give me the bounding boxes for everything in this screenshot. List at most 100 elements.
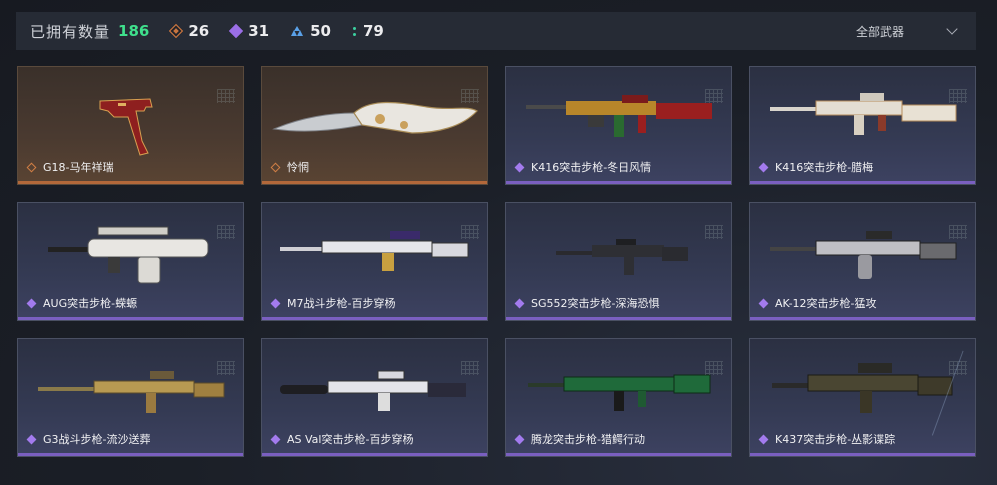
weapon-card[interactable]: AK-12突击步枪-猛攻 bbox=[749, 202, 976, 321]
rarity-bar bbox=[750, 181, 975, 184]
weapon-name-label: AUG突击步枪-蝾螈 bbox=[26, 295, 137, 311]
rarity-bar bbox=[262, 453, 487, 456]
rarity-bar bbox=[750, 453, 975, 456]
weapon-name: 怜惘 bbox=[287, 161, 309, 174]
weapon-name-label: SG552突击步枪-深海恐惧 bbox=[514, 295, 659, 311]
stat-orange-count: 26 bbox=[188, 22, 210, 40]
weapon-name: M7战斗步枪-百步穿杨 bbox=[287, 297, 396, 310]
rarity-bar bbox=[18, 453, 243, 456]
weapon-name-label: 怜惘 bbox=[270, 159, 309, 175]
card-grid-decoration bbox=[705, 89, 723, 103]
weapon-name: 腾龙突击步枪-猎鳄行动 bbox=[531, 433, 645, 446]
orange-rarity-icon bbox=[270, 162, 281, 172]
card-grid-decoration bbox=[461, 225, 479, 239]
card-grid-decoration bbox=[705, 361, 723, 375]
stat-blue-count: 50 bbox=[310, 22, 331, 40]
purple-rarity-icon bbox=[758, 162, 769, 172]
weapon-filter-label: 全部武器 bbox=[856, 24, 905, 39]
weapon-image bbox=[99, 98, 153, 156]
weapon-card[interactable]: 怜惘 bbox=[261, 66, 488, 185]
weapon-name-label: G18-马年祥瑞 bbox=[26, 159, 114, 175]
owned-count-title: 已拥有数量 bbox=[30, 22, 111, 41]
weapon-image bbox=[770, 231, 957, 279]
weapon-image bbox=[280, 231, 469, 271]
purple-rarity-icon bbox=[758, 434, 769, 444]
stat-purple-count: 31 bbox=[248, 22, 270, 40]
weapon-card[interactable]: G3战斗步枪-流沙送葬 bbox=[17, 338, 244, 457]
purple-rarity-icon bbox=[514, 298, 525, 308]
card-grid-decoration bbox=[705, 225, 723, 239]
collection-header-bar: 已拥有数量 186 26 31 50 79 全部武器 bbox=[16, 12, 976, 50]
purple-diamond-icon bbox=[229, 23, 244, 39]
owned-total-count: 186 bbox=[118, 22, 150, 40]
purple-rarity-icon bbox=[758, 298, 769, 308]
stat-purple: 31 bbox=[229, 22, 270, 40]
stat-green-count: 79 bbox=[362, 22, 384, 40]
weapon-name: K416突击步枪-腊梅 bbox=[775, 161, 874, 174]
orange-rarity-icon bbox=[26, 162, 37, 172]
weapon-image bbox=[528, 374, 711, 411]
rarity-bar bbox=[506, 317, 731, 320]
weapon-name-label: 腾龙突击步枪-猎鳄行动 bbox=[514, 431, 645, 447]
weapon-name-label: M7战斗步枪-百步穿杨 bbox=[270, 295, 395, 311]
card-grid-decoration bbox=[949, 89, 967, 103]
weapon-card[interactable]: G18-马年祥瑞 bbox=[17, 66, 244, 185]
weapon-name-label: K416突击步枪-冬日风情 bbox=[514, 159, 651, 175]
card-grid-decoration bbox=[461, 89, 479, 103]
chevron-down-icon bbox=[946, 23, 958, 35]
weapon-card[interactable]: K416突击步枪-腊梅 bbox=[749, 66, 976, 185]
green-dots-icon bbox=[352, 26, 356, 36]
weapon-card[interactable]: SG552突击步枪-深海恐惧 bbox=[505, 202, 732, 321]
weapon-name: AS Val突击步枪-百步穿杨 bbox=[287, 433, 414, 446]
purple-rarity-icon bbox=[514, 434, 525, 444]
card-grid-decoration bbox=[217, 361, 235, 375]
weapon-name-label: G3战斗步枪-流沙送葬 bbox=[26, 431, 151, 447]
purple-rarity-icon bbox=[270, 434, 281, 444]
weapon-name-label: K437突击步枪-丛影谍踪 bbox=[758, 431, 895, 447]
weapon-card[interactable]: M7战斗步枪-百步穿杨 bbox=[261, 202, 488, 321]
rarity-bar bbox=[506, 453, 731, 456]
purple-rarity-icon bbox=[514, 162, 525, 172]
weapon-name-label: AK-12突击步枪-猛攻 bbox=[758, 295, 877, 311]
purple-rarity-icon bbox=[26, 298, 37, 308]
card-grid-decoration bbox=[949, 225, 967, 239]
card-grid-decoration bbox=[461, 361, 479, 375]
weapon-card[interactable]: K416突击步枪-冬日风情 bbox=[505, 66, 732, 185]
rarity-bar bbox=[750, 317, 975, 320]
stat-orange: 26 bbox=[169, 22, 210, 40]
weapon-name: G3战斗步枪-流沙送葬 bbox=[43, 433, 151, 446]
weapon-name: AUG突击步枪-蝾螈 bbox=[43, 297, 138, 310]
purple-rarity-icon bbox=[270, 298, 281, 308]
stat-green: 79 bbox=[352, 22, 384, 40]
weapon-name: G18-马年祥瑞 bbox=[43, 161, 114, 174]
weapon-name-label: K416突击步枪-腊梅 bbox=[758, 159, 873, 175]
rarity-bar bbox=[262, 181, 487, 184]
purple-rarity-icon bbox=[26, 434, 37, 444]
weapon-image bbox=[770, 93, 957, 135]
weapon-image bbox=[280, 370, 466, 411]
weapon-image bbox=[272, 101, 478, 134]
weapon-image bbox=[526, 95, 712, 137]
card-grid-decoration bbox=[217, 89, 235, 103]
weapon-image bbox=[556, 239, 688, 275]
orange-diamond-icon bbox=[169, 23, 184, 39]
rarity-bar bbox=[18, 181, 243, 184]
weapon-image bbox=[48, 226, 209, 284]
weapon-card[interactable]: AUG突击步枪-蝾螈 bbox=[17, 202, 244, 321]
weapon-filter-dropdown[interactable]: 全部武器 bbox=[856, 12, 968, 50]
weapon-name: SG552突击步枪-深海恐惧 bbox=[531, 297, 660, 310]
weapon-image bbox=[38, 371, 225, 413]
weapon-card[interactable]: 腾龙突击步枪-猎鳄行动 bbox=[505, 338, 732, 457]
weapon-name: K416突击步枪-冬日风情 bbox=[531, 161, 652, 174]
blue-triangles-icon bbox=[291, 26, 304, 36]
weapon-name: AK-12突击步枪-猛攻 bbox=[775, 297, 877, 310]
weapon-name: K437突击步枪-丛影谍踪 bbox=[775, 433, 896, 446]
stat-blue: 50 bbox=[291, 22, 331, 40]
rarity-bar bbox=[18, 317, 243, 320]
armory-collection-page: 已拥有数量 186 26 31 50 79 全部武器 G18-马年祥瑞 怜惘 K… bbox=[0, 0, 997, 485]
rarity-bar bbox=[262, 317, 487, 320]
card-grid-decoration bbox=[217, 225, 235, 239]
weapon-card[interactable]: AS Val突击步枪-百步穿杨 bbox=[261, 338, 488, 457]
weapon-name-label: AS Val突击步枪-百步穿杨 bbox=[270, 431, 413, 447]
rarity-bar bbox=[506, 181, 731, 184]
